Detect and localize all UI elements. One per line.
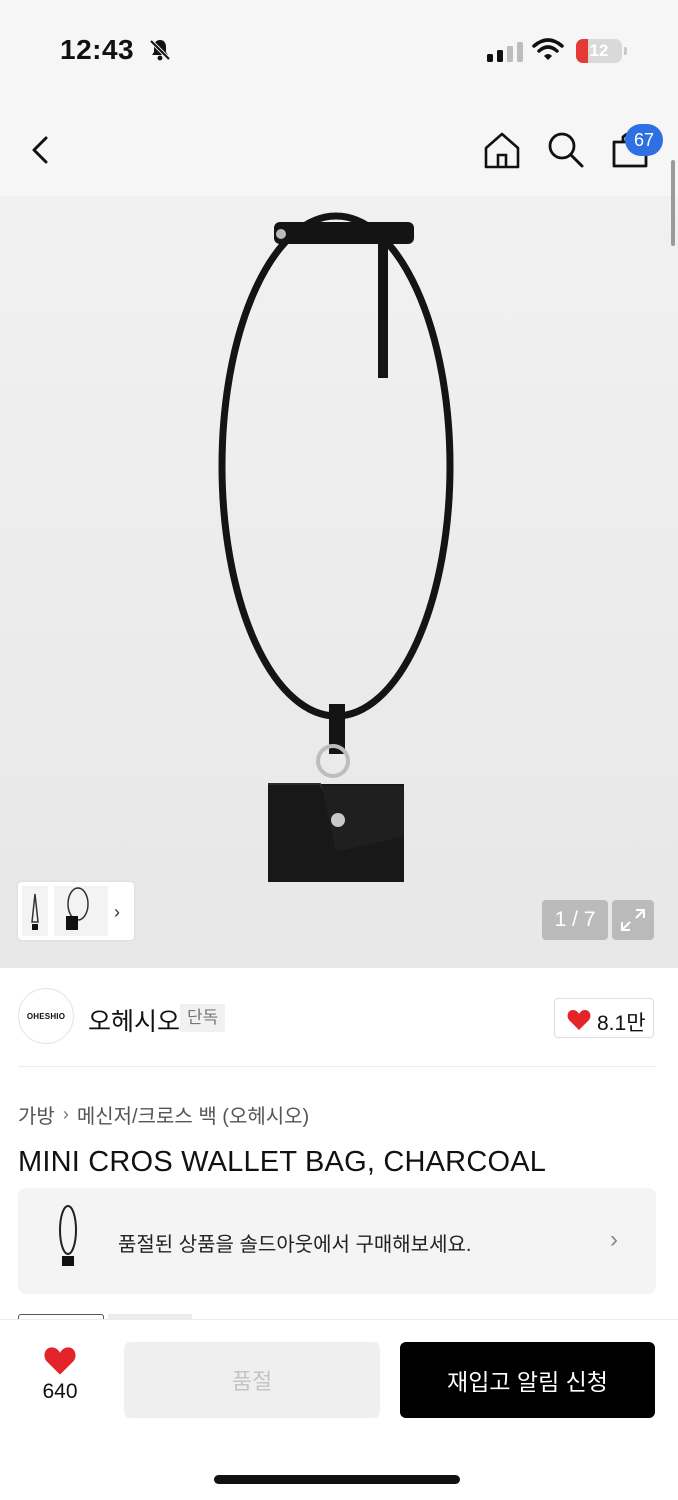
product-thumbnail <box>59 1205 77 1266</box>
exclusive-badge: 단독 <box>180 1004 226 1032</box>
brand-like-count: 8.1만 <box>597 1012 646 1035</box>
wishlist-button[interactable]: 640 <box>30 1346 90 1410</box>
bottom-action-bar: 640 품절 재입고 알림 신청 <box>0 1320 678 1500</box>
cart-count-badge: 67 <box>625 124 663 156</box>
brand-row: OHESHIO 오헤시오 단독 8.1만 <box>18 988 656 1048</box>
soldout-banner[interactable]: 품절된 상품을 솔드아웃에서 구매해보세요. › <box>18 1188 656 1294</box>
image-page-counter: 1 / 7 <box>542 900 608 940</box>
chevron-left-icon[interactable] <box>24 130 60 170</box>
thumbnail-strip[interactable]: › <box>18 882 134 940</box>
divider <box>18 1066 656 1067</box>
home-indicator <box>214 1475 460 1484</box>
chevron-right-icon: › <box>62 1104 69 1124</box>
brand-like-button[interactable]: 8.1만 <box>554 998 654 1038</box>
expand-icon[interactable] <box>612 900 654 940</box>
soldout-button[interactable]: 품절 <box>124 1342 380 1418</box>
soldout-banner-message: 품절된 상품을 솔드아웃에서 구매해보세요. <box>118 1234 472 1256</box>
heart-icon <box>567 1010 591 1030</box>
heart-icon <box>44 1347 76 1375</box>
breadcrumb-subcategory[interactable]: 메신저/크로스 백 (오헤시오) <box>77 1100 309 1129</box>
cellular-signal-icon <box>487 40 523 62</box>
chevron-right-icon: › <box>114 902 120 922</box>
wifi-icon <box>532 38 564 60</box>
product-image-gallery[interactable]: › 1 / 7 <box>0 196 678 968</box>
wishlist-count: 640 <box>42 1380 78 1403</box>
product-photo <box>218 212 454 882</box>
battery-icon: 12 <box>576 39 627 63</box>
chevron-right-icon: › <box>610 1226 618 1253</box>
bell-slash-icon <box>149 39 171 61</box>
top-nav-bar <box>0 100 678 196</box>
search-icon[interactable] <box>546 130 586 170</box>
restock-alert-button[interactable]: 재입고 알림 신청 <box>400 1342 655 1418</box>
status-time: 12:43 <box>60 34 135 65</box>
brand-logo[interactable]: OHESHIO <box>18 988 74 1044</box>
breadcrumb-category[interactable]: 가방 <box>18 1100 55 1129</box>
status-bar: 12:43 12 <box>0 0 678 100</box>
brand-name[interactable]: 오헤시오 <box>88 1002 180 1038</box>
battery-level: 12 <box>589 41 609 60</box>
scrollbar[interactable] <box>671 160 675 246</box>
breadcrumb: 가방 › 메신저/크로스 백 (오헤시오) <box>18 1100 309 1129</box>
product-title: MINI CROS WALLET BAG, CHARCOAL <box>18 1146 547 1178</box>
thumbnail-image <box>22 886 108 936</box>
home-icon[interactable] <box>482 130 522 170</box>
